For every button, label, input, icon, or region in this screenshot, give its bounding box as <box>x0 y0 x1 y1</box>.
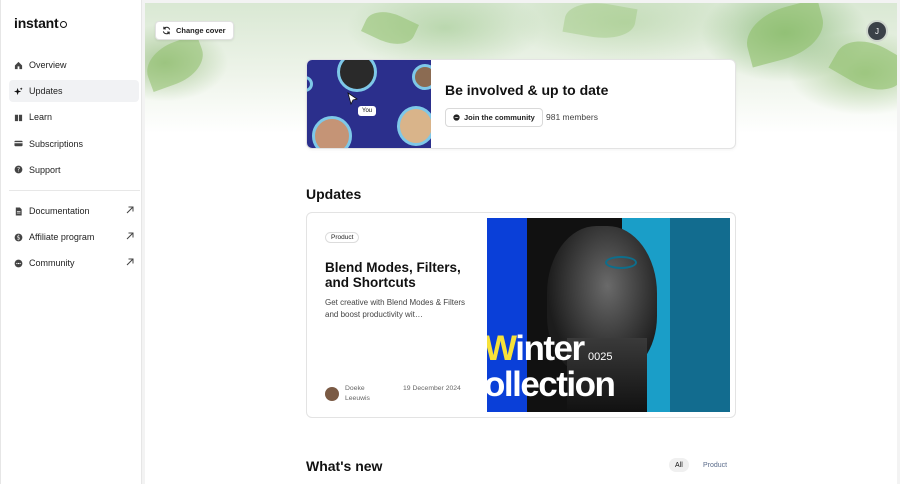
external-link-icon <box>126 206 134 214</box>
update-card[interactable]: Product Blend Modes, Filters, and Shortc… <box>306 212 736 418</box>
sparkle-icon <box>14 87 23 96</box>
filter-all[interactable]: All <box>669 458 689 472</box>
sidebar-item-label: Subscriptions <box>29 138 84 149</box>
members-count: 981 members <box>546 112 598 122</box>
document-icon <box>14 206 23 216</box>
sidebar-item-label: Support <box>29 164 61 175</box>
svg-text:?: ? <box>17 168 20 174</box>
publish-date: 19 December 2024 <box>403 385 461 392</box>
external-link-icon <box>126 258 134 266</box>
sunglasses <box>605 256 637 269</box>
card-icon <box>14 139 23 148</box>
author-name: Doeke Leeuwis <box>345 385 370 402</box>
logo[interactable]: instant <box>14 15 67 31</box>
sidebar-item-support[interactable]: ? Support <box>9 159 139 181</box>
sidebar-item-affiliate[interactable]: $ Affiliate program <box>9 226 139 248</box>
updates-heading: Updates <box>306 186 362 202</box>
join-community-label: Join the community <box>464 113 535 122</box>
whats-new-heading: What's new <box>306 458 383 474</box>
main-content: Change cover J You Be involved & up to d… <box>145 3 897 484</box>
sidebar-item-label: Community <box>29 258 75 269</box>
sidebar-links: Documentation $ Affiliate program Commun… <box>9 200 139 279</box>
join-community-button[interactable]: Join the community <box>445 108 543 127</box>
sidebar-item-label: Documentation <box>29 206 90 216</box>
avatar-initial: J <box>875 26 879 36</box>
sidebar-item-learn[interactable]: Learn <box>9 106 139 128</box>
change-cover-button[interactable]: Change cover <box>155 21 234 40</box>
update-image: Winter ollection 0025 <box>487 218 730 412</box>
home-icon <box>14 61 23 70</box>
sidebar-item-subscriptions[interactable]: Subscriptions <box>9 133 139 155</box>
user-avatar[interactable]: J <box>866 20 888 42</box>
help-icon: ? <box>14 165 23 174</box>
external-link-icon <box>126 232 134 240</box>
sidebar-item-community[interactable]: Community <box>9 252 139 274</box>
filter-product[interactable]: Product <box>697 458 733 472</box>
update-title: Blend Modes, Filters, and Shortcuts <box>325 260 461 290</box>
image-headline: Winter ollection <box>487 329 616 404</box>
svg-text:$: $ <box>17 235 21 241</box>
chat-icon <box>14 259 23 268</box>
sidebar-item-updates[interactable]: Updates <box>9 80 139 103</box>
dollar-icon: $ <box>14 233 23 242</box>
you-label: You <box>358 106 377 116</box>
chat-icon <box>453 114 460 121</box>
image-year: 0025 <box>588 351 613 363</box>
community-title: Be involved & up to date <box>445 82 609 98</box>
sidebar-divider <box>9 190 140 191</box>
sidebar-item-label: Overview <box>29 60 67 70</box>
sidebar-item-overview[interactable]: Overview <box>9 54 139 76</box>
sidebar-nav: Overview Updates Learn Subscriptions ? S… <box>9 54 139 185</box>
sidebar-item-label: Updates <box>29 86 63 97</box>
update-description: Get creative with Blend Modes & Filters … <box>325 298 466 319</box>
sidebar-item-documentation[interactable]: Documentation <box>9 200 139 222</box>
author-avatar <box>325 387 339 401</box>
logo-mark-icon <box>59 20 67 28</box>
book-icon <box>14 113 23 122</box>
refresh-icon <box>162 26 171 35</box>
sidebar-item-label: Learn <box>29 112 53 123</box>
community-image: You <box>307 60 431 148</box>
sidebar: instant Overview Updates Learn Subscript… <box>0 0 142 484</box>
category-tag: Product <box>325 232 360 243</box>
change-cover-label: Change cover <box>176 26 226 35</box>
sidebar-item-label: Affiliate program <box>29 232 95 243</box>
logo-text: instant <box>14 15 59 31</box>
community-card: You Be involved & up to date Join the co… <box>306 59 736 149</box>
